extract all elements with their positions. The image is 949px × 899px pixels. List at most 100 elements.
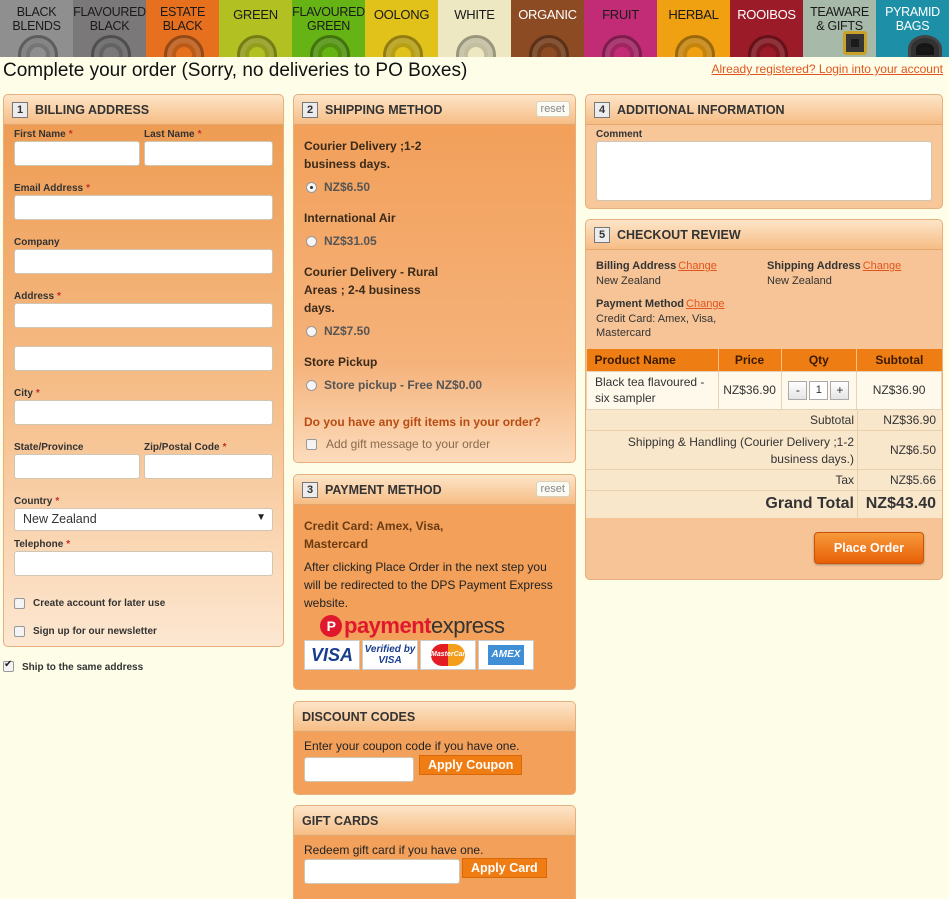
- apply-coupon-button[interactable]: Apply Coupon: [419, 755, 523, 775]
- tea-emblem-icon: [602, 35, 642, 57]
- shipping-method-title: International Air: [304, 211, 396, 225]
- payment-method-header: 3 PAYMENT METHOD reset: [294, 475, 575, 505]
- apply-card-button[interactable]: Apply Card: [462, 858, 547, 878]
- additional-information-header: 4 ADDITIONAL INFORMATION: [586, 95, 942, 125]
- address-line2-input[interactable]: [14, 346, 273, 371]
- nav-tab-rooibos[interactable]: ROOIBOS: [730, 0, 803, 57]
- shipping-address-value: New Zealand: [767, 275, 832, 287]
- shipping-rural-radio[interactable]: [306, 326, 317, 337]
- nav-tab-label: BLACK BLENDS: [12, 5, 61, 33]
- billing-address-panel: 1 BILLING ADDRESS First Name * Last Name *…: [3, 94, 284, 647]
- address-line1-input[interactable]: [14, 303, 273, 328]
- qty-decrease-button[interactable]: -: [788, 380, 808, 400]
- dropdown-arrow-icon: ▼: [256, 512, 266, 523]
- nav-tab-pyramid-bags[interactable]: PYRAMID BAGS: [876, 0, 949, 57]
- panel-title: GIFT CARDS: [302, 813, 379, 828]
- checkout-review-panel: 5 CHECKOUT REVIEW Billing Address Change …: [585, 219, 943, 580]
- login-link[interactable]: Already registered? Login into your acco…: [712, 62, 943, 76]
- company-input[interactable]: [14, 249, 273, 274]
- email-input[interactable]: [14, 195, 273, 220]
- last-name-input[interactable]: [144, 141, 273, 166]
- shipping-international-radio[interactable]: [306, 236, 317, 247]
- tea-emblem-icon: [18, 35, 58, 57]
- shipping-change-link[interactable]: Change: [863, 260, 902, 272]
- tea-bag-icon: [908, 35, 942, 57]
- tea-emblem-icon: [456, 35, 496, 57]
- comment-textarea[interactable]: [596, 141, 932, 201]
- visa-card-icon: VISA: [304, 640, 360, 670]
- tea-emblem-icon: [529, 35, 569, 57]
- qty-input[interactable]: 1: [809, 380, 829, 400]
- col-price: Price: [718, 349, 782, 371]
- nav-tab-label: HERBAL: [668, 7, 719, 22]
- shipping-courier-radio[interactable]: [306, 182, 317, 193]
- shipping-address-label: Shipping Address Change: [767, 260, 902, 272]
- step-number: 1: [12, 101, 28, 118]
- product-table: Product Name Price Qty Subtotal Black te…: [586, 349, 942, 410]
- country-select[interactable]: New Zealand ▼: [14, 508, 273, 531]
- first-name-input[interactable]: [14, 141, 140, 166]
- coupon-code-input[interactable]: [304, 757, 414, 782]
- totals-divider: [857, 410, 858, 518]
- payment-reset-button[interactable]: reset: [535, 481, 570, 497]
- state-input[interactable]: [14, 454, 140, 479]
- create-account-label: Create account for later use: [33, 598, 166, 609]
- tea-emblem-icon: [164, 35, 204, 57]
- nav-tab-fruit[interactable]: FRUIT: [584, 0, 657, 57]
- nav-tab-oolong[interactable]: OOLONG: [365, 0, 438, 57]
- newsletter-checkbox[interactable]: [14, 626, 25, 637]
- grand-total-label: Grand Total: [765, 495, 854, 512]
- shipping-international-price: NZ$31.05: [324, 234, 377, 248]
- payment-note: After clicking Place Order in the next s…: [304, 560, 553, 610]
- panel-title: SHIPPING METHOD: [325, 102, 443, 117]
- nav-tab-flavoured-black[interactable]: FLAVOURED BLACK: [73, 0, 146, 57]
- nav-tab-label: ROOIBOS: [737, 7, 796, 22]
- additional-information-panel: 4 ADDITIONAL INFORMATION Comment: [585, 94, 943, 209]
- billing-address-label: Billing Address Change: [596, 260, 717, 272]
- product-qty-cell: -1 +: [780, 370, 858, 410]
- zip-input[interactable]: [144, 454, 273, 479]
- ship-same-address-checkbox[interactable]: [3, 659, 14, 672]
- telephone-input[interactable]: [14, 551, 273, 576]
- shipping-reset-button[interactable]: reset: [535, 101, 570, 117]
- shipping-method-title: Courier Delivery ;1-2 business days.: [304, 139, 422, 171]
- tea-emblem-icon: [675, 35, 715, 57]
- nav-tab-organic[interactable]: ORGANIC: [511, 0, 584, 57]
- nav-tab-flavoured-green[interactable]: FLAVOURED GREEN: [292, 0, 365, 57]
- step-number: 2: [302, 101, 318, 118]
- product-name-cell: Black tea flavoured - six sampler: [586, 370, 719, 410]
- nav-tab-herbal[interactable]: HERBAL: [657, 0, 730, 57]
- nav-tab-teaware-gifts[interactable]: TEAWARE & GIFTS: [803, 0, 876, 57]
- nav-tab-label: ORGANIC: [518, 7, 577, 22]
- subtotal-value: NZ$36.90: [883, 413, 936, 427]
- shipping-handling-row: Shipping & Handling (Courier Delivery ;1…: [586, 431, 942, 470]
- payment-change-link[interactable]: Change: [686, 298, 725, 310]
- checkout-review-header: 5 CHECKOUT REVIEW: [586, 220, 942, 250]
- amex-card-icon: AMEX: [478, 640, 534, 670]
- nav-tab-green[interactable]: GREEN: [219, 0, 292, 57]
- gift-question: Do you have any gift items in your order…: [304, 415, 541, 429]
- qty-increase-button[interactable]: +: [830, 380, 850, 400]
- step-number: 4: [594, 101, 610, 118]
- nav-tab-black-blends[interactable]: BLACK BLENDS: [0, 0, 73, 57]
- shipping-pickup-radio[interactable]: [306, 380, 317, 391]
- nav-tab-estate-black[interactable]: ESTATE BLACK: [146, 0, 219, 57]
- gift-message-checkbox[interactable]: [306, 439, 317, 450]
- tax-row: Tax NZ$5.66: [586, 470, 942, 491]
- product-price-cell: NZ$36.90: [717, 370, 782, 410]
- payment-express-mark-icon: P: [320, 615, 342, 637]
- city-input[interactable]: [14, 400, 273, 425]
- gift-card-input[interactable]: [304, 859, 460, 884]
- gift-box-icon: [843, 31, 867, 55]
- payment-method-label: Payment Method Change: [596, 298, 725, 310]
- payment-method-value: Credit Card: Amex, Visa, Mastercard: [596, 313, 717, 339]
- tea-emblem-icon: [383, 35, 423, 57]
- create-account-checkbox[interactable]: [14, 598, 25, 609]
- address-label: Address *: [14, 291, 61, 302]
- email-label: Email Address *: [14, 183, 91, 194]
- place-order-button[interactable]: Place Order: [814, 532, 924, 564]
- billing-change-link[interactable]: Change: [678, 260, 717, 272]
- nav-tab-white[interactable]: WHITE: [438, 0, 511, 57]
- newsletter-label: Sign up for our newsletter: [33, 626, 157, 637]
- panel-title: BILLING ADDRESS: [35, 102, 150, 117]
